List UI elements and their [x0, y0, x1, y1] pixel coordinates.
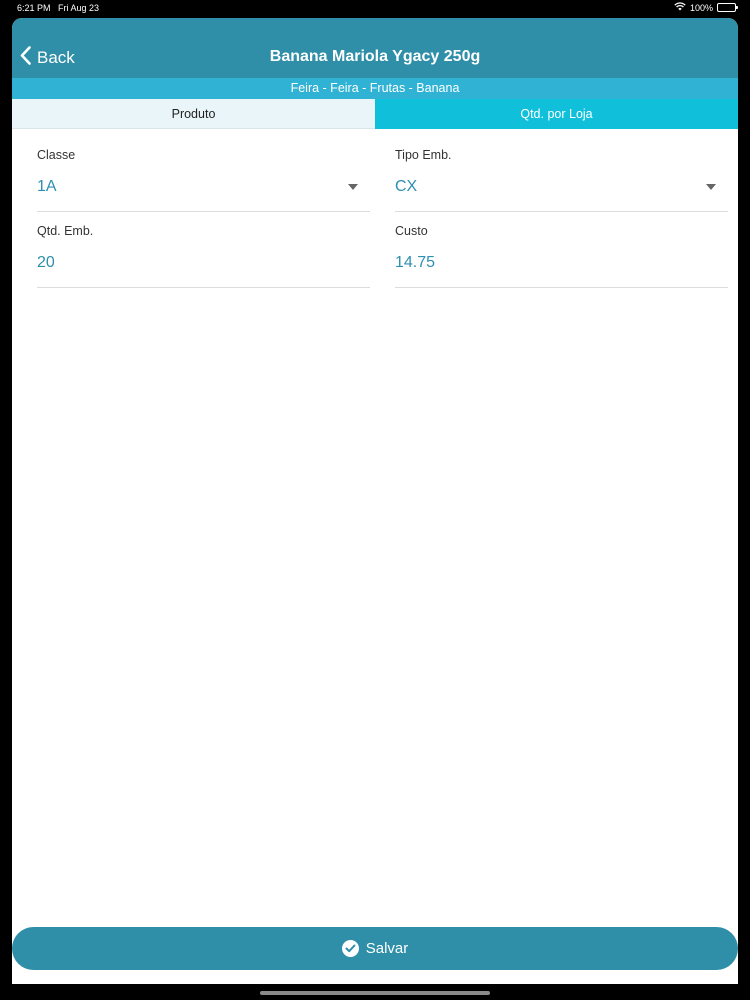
caret-down-icon: [706, 184, 716, 190]
qtd-emb-label: Qtd. Emb.: [37, 224, 94, 238]
nav-bar: Back Banana Mariola Ygacy 250g: [12, 18, 738, 78]
caret-down-icon: [348, 184, 358, 190]
tab-bar: Produto Qtd. por Loja: [12, 99, 738, 129]
classe-select[interactable]: Classe 1A: [37, 140, 370, 212]
breadcrumb: Feira - Feira - Frutas - Banana: [12, 78, 738, 99]
wifi-icon: [674, 2, 686, 13]
custo-field[interactable]: Custo 14.75: [395, 216, 728, 288]
status-date: Fri Aug 23: [58, 3, 100, 13]
battery-icon: [717, 3, 738, 12]
home-indicator[interactable]: [260, 991, 490, 995]
tipo-emb-select[interactable]: Tipo Emb. CX: [395, 140, 728, 212]
save-label: Salvar: [365, 940, 409, 957]
modal-sheet: Back Banana Mariola Ygacy 250g Feira - F…: [12, 18, 738, 984]
status-right: 100%: [674, 2, 738, 13]
battery-percent: 100%: [689, 2, 713, 13]
status-time: 6:21 PM: [17, 3, 51, 13]
qtd-emb-field[interactable]: Qtd. Emb. 20: [37, 216, 370, 288]
check-circle-icon: [341, 940, 359, 957]
classe-label: Classe: [37, 148, 76, 162]
custo-label: Custo: [395, 224, 428, 238]
custo-value: 14.75: [395, 254, 436, 271]
qtd-emb-value: 20: [37, 254, 55, 271]
tab-produto[interactable]: Produto: [12, 99, 375, 129]
tab-qtd-por-loja[interactable]: Qtd. por Loja: [375, 99, 738, 129]
save-button[interactable]: Salvar: [12, 927, 738, 970]
status-bar: 6:21 PM Fri Aug 23 100%: [0, 0, 750, 16]
tipo-emb-value: CX: [395, 178, 418, 195]
classe-value: 1A: [37, 178, 57, 195]
page-title: Banana Mariola Ygacy 250g: [269, 48, 481, 65]
tipo-emb-label: Tipo Emb.: [395, 148, 452, 162]
